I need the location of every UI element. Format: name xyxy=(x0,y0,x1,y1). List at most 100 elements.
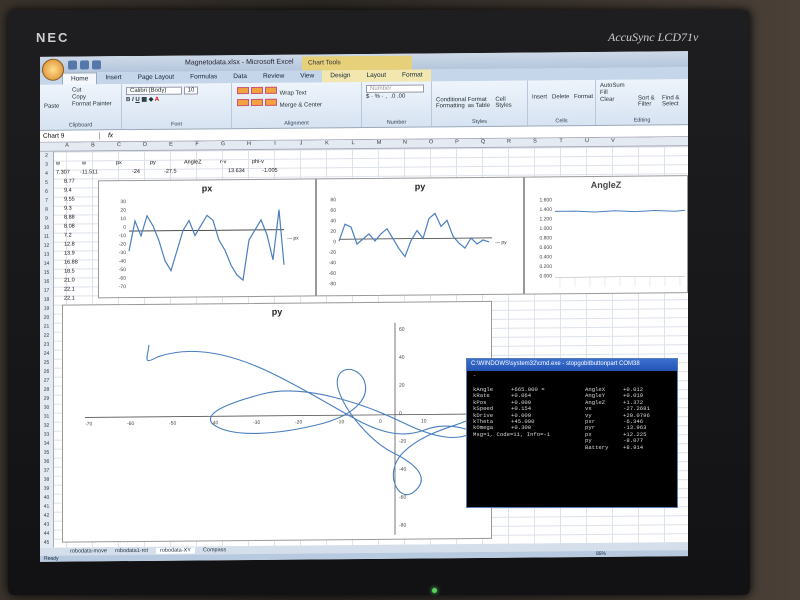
delete-cells-button[interactable]: Delete xyxy=(552,94,569,100)
office-button[interactable] xyxy=(42,58,64,81)
tab-design[interactable]: Design xyxy=(322,70,359,83)
column-header[interactable]: N xyxy=(392,140,418,148)
cell-a[interactable]: 16.88 xyxy=(64,259,78,265)
column-header[interactable]: L xyxy=(340,140,366,148)
cmd-window[interactable]: C:\WINDOWS\system32\cmd.exe - stopgobitb… xyxy=(466,358,678,508)
tab-formulas[interactable]: Formulas xyxy=(182,71,225,83)
column-header[interactable]: A xyxy=(54,142,80,150)
column-header[interactable]: I xyxy=(262,141,288,149)
cell-a[interactable]: 8.08 xyxy=(64,224,75,230)
row-header[interactable]: 17 xyxy=(40,287,53,296)
column-header[interactable]: T xyxy=(548,138,574,146)
undo-icon[interactable] xyxy=(80,59,89,69)
tab-data[interactable]: Data xyxy=(225,71,255,83)
cell-a[interactable]: 22.1 xyxy=(64,296,75,302)
cell-a[interactable]: 22.1 xyxy=(64,287,75,293)
column-header[interactable]: B xyxy=(80,142,106,150)
row-header[interactable]: 6 xyxy=(40,188,53,197)
column-header[interactable]: P xyxy=(444,139,470,147)
column-header[interactable]: C xyxy=(106,142,132,150)
bold-italic-underline[interactable]: B I U ▦ ◆ A xyxy=(126,95,227,103)
cmd-title-bar[interactable]: C:\WINDOWS\system32\cmd.exe - stopgobitb… xyxy=(467,359,677,371)
font-name-select[interactable]: Calibri (Body) xyxy=(126,86,182,96)
row-header[interactable]: 27 xyxy=(40,377,53,386)
row-header[interactable]: 3 xyxy=(40,161,53,170)
format-table-button[interactable]: Format as Table xyxy=(468,97,494,109)
row-header[interactable]: 32 xyxy=(40,422,53,431)
cell-d2[interactable]: py xyxy=(150,160,156,166)
cell-c3[interactable]: -24 xyxy=(132,169,140,175)
cell-a[interactable]: 7.2 xyxy=(64,233,72,239)
row-header[interactable]: 36 xyxy=(40,458,53,467)
row-header[interactable]: 5 xyxy=(40,179,53,188)
cell-f2[interactable]: r-v xyxy=(220,159,226,165)
row-header[interactable]: 20 xyxy=(40,314,53,323)
row-header[interactable]: 25 xyxy=(40,359,53,368)
cell-a[interactable]: 8.88 xyxy=(64,215,75,221)
row-header[interactable]: 33 xyxy=(40,431,53,440)
cell-a[interactable]: 9.4 xyxy=(64,188,72,194)
cell-a[interactable]: 9.55 xyxy=(64,197,75,203)
row-header[interactable]: 9 xyxy=(40,215,53,224)
redo-icon[interactable] xyxy=(92,59,101,69)
cell-a[interactable]: 12.8 xyxy=(64,242,75,248)
row-header[interactable]: 10 xyxy=(40,224,53,233)
cell-g3[interactable]: -1.005 xyxy=(262,168,278,174)
column-header[interactable]: V xyxy=(600,138,626,146)
row-header[interactable]: 31 xyxy=(40,413,53,422)
row-header[interactable]: 42 xyxy=(40,512,53,521)
tab-view[interactable]: View xyxy=(292,70,322,82)
row-header[interactable]: 37 xyxy=(40,467,53,476)
copy-button[interactable]: Copy xyxy=(72,94,117,100)
sheet-tab-robodata-xy[interactable]: robodata-XY xyxy=(156,547,195,554)
row-header[interactable]: 4 xyxy=(40,170,53,179)
row-header[interactable]: 11 xyxy=(40,233,53,242)
insert-cells-button[interactable]: Insert xyxy=(532,94,547,100)
column-header[interactable]: H xyxy=(236,141,262,149)
sheet-tab-robodata-move[interactable]: robodata-move xyxy=(70,548,107,554)
format-cells-button[interactable]: Format xyxy=(574,94,593,100)
row-header[interactable]: 19 xyxy=(40,305,53,314)
wrap-text-button[interactable]: Wrap Text xyxy=(280,91,307,97)
tab-page-layout[interactable]: Page Layout xyxy=(130,72,183,84)
paste-button[interactable]: Paste xyxy=(44,104,59,110)
fx-icon[interactable]: fx xyxy=(108,132,113,139)
cell-a[interactable]: 9.3 xyxy=(64,206,72,212)
find-select-button[interactable]: Find & Select xyxy=(662,95,686,107)
tab-layout[interactable]: Layout xyxy=(358,69,395,83)
row-header[interactable]: 15 xyxy=(40,269,53,278)
cell-a2[interactable]: w xyxy=(56,161,60,167)
row-header[interactable]: 18 xyxy=(40,296,53,305)
cut-button[interactable]: Cut xyxy=(72,87,117,93)
chart-anglez[interactable]: AngleZ 1.600 1.400 1.200 1.000 0.800 0.600 0.4… xyxy=(524,175,688,295)
cell-g2[interactable]: phi-v xyxy=(252,159,264,165)
sheet-tab-compass[interactable]: Compass xyxy=(203,547,226,553)
row-header[interactable]: 2 xyxy=(40,152,53,161)
column-header[interactable]: S xyxy=(522,138,548,146)
row-header[interactable]: 40 xyxy=(40,494,53,503)
cell-b2[interactable]: w xyxy=(82,160,86,166)
column-header[interactable]: E xyxy=(158,142,184,150)
tab-review[interactable]: Review xyxy=(255,71,292,83)
sheet-tab-robodata1-rot[interactable]: robodata1-rot xyxy=(115,548,148,554)
row-header[interactable]: 39 xyxy=(40,485,53,494)
row-header[interactable]: 28 xyxy=(40,386,53,395)
column-header[interactable]: R xyxy=(496,139,522,147)
cell-a[interactable]: 18.5 xyxy=(64,269,75,275)
row-header[interactable]: 16 xyxy=(40,278,53,287)
autosum-button[interactable]: AutoSum xyxy=(600,82,684,89)
row-header[interactable]: 45 xyxy=(40,539,53,548)
column-header[interactable]: J xyxy=(288,140,314,148)
format-painter-button[interactable]: Format Painter xyxy=(72,101,117,107)
number-format-buttons[interactable]: $ · % · , .0 .00 xyxy=(366,93,427,100)
cell-f3[interactable]: 13.634 xyxy=(228,168,245,174)
cell-c2[interactable]: px xyxy=(116,160,122,166)
row-header[interactable]: 14 xyxy=(40,260,53,269)
row-header[interactable]: 24 xyxy=(40,350,53,359)
cell-e2[interactable]: AngleZ xyxy=(184,159,201,165)
column-header[interactable]: K xyxy=(314,140,340,148)
row-header[interactable]: 23 xyxy=(40,341,53,350)
chart-py-top[interactable]: py 80 60 40 20 0 -20 -40 -60 -80 — py xyxy=(316,176,524,297)
row-header[interactable]: 21 xyxy=(40,323,53,332)
row-header[interactable]: 8 xyxy=(40,206,53,215)
